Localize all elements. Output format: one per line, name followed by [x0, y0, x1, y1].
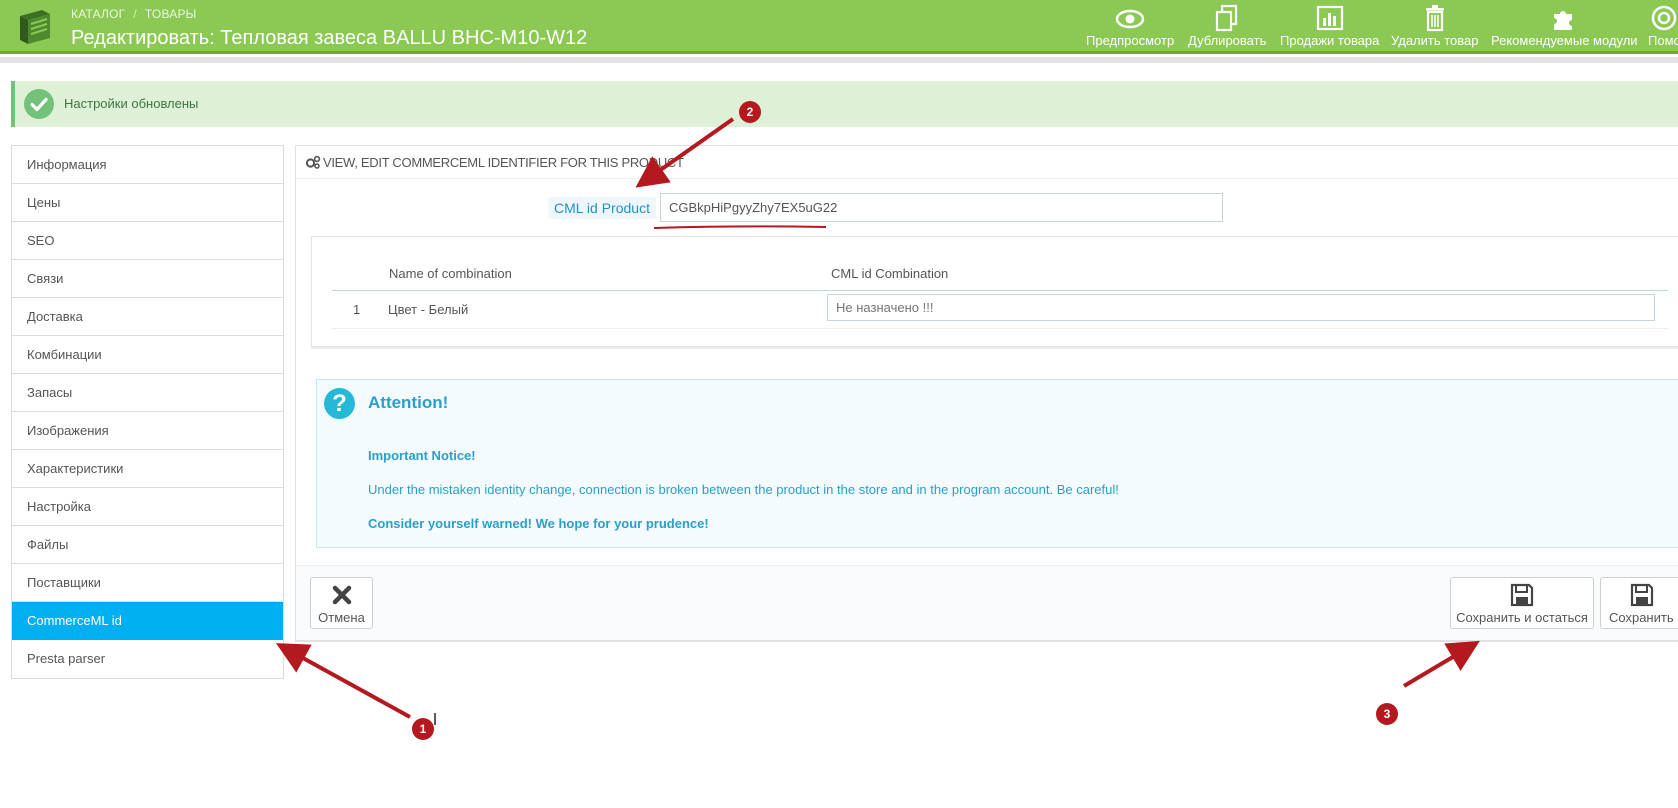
- alert-message: Настройки обновлены: [64, 96, 199, 111]
- help-icon: [1652, 5, 1677, 31]
- help-label: Помо: [1648, 33, 1678, 48]
- cogs-icon: [305, 155, 321, 169]
- annotation-badge-3-label: 3: [1384, 707, 1391, 721]
- trash-icon: [1425, 5, 1444, 32]
- column-header-combination-name: Name of combination: [389, 266, 512, 281]
- sidebar-item-customization[interactable]: Настройка: [12, 488, 283, 526]
- eye-icon: [1115, 9, 1145, 29]
- cml-product-label: CML id Product: [548, 197, 656, 219]
- breadcrumb-separator: /: [133, 7, 137, 21]
- table-row-index: 1: [353, 302, 361, 317]
- bar-chart-icon: [1316, 5, 1343, 31]
- breadcrumb-catalog[interactable]: КАТАЛОГ: [71, 7, 125, 21]
- preview-button[interactable]: Предпросмотр: [1086, 4, 1174, 50]
- sidebar-item-commerceml-id[interactable]: CommerceML id: [12, 602, 283, 640]
- check-icon: [24, 89, 54, 119]
- sidebar-item-prices[interactable]: Цены: [12, 184, 283, 222]
- notice-title: Attention!: [368, 393, 449, 412]
- product-sales-label: Продажи товара: [1280, 33, 1380, 48]
- notice-body: Under the mistaken identity change, conn…: [368, 482, 1119, 497]
- annotation-arrow-3: [1402, 640, 1480, 688]
- duplicate-button[interactable]: Дублировать: [1188, 4, 1266, 50]
- table-row-divider: [332, 328, 1668, 329]
- duplicate-label: Дублировать: [1188, 33, 1267, 48]
- sidebar-item-associations[interactable]: Связи: [12, 260, 283, 298]
- sidebar-item-attachments[interactable]: Файлы: [12, 526, 283, 564]
- save-button[interactable]: Сохранить: [1600, 577, 1678, 629]
- notice-important: Important Notice!: [368, 448, 476, 463]
- attention-notice: ? Attention! Important Notice! Under the…: [316, 379, 1678, 548]
- success-alert: Настройки обновлены: [11, 81, 1678, 127]
- breadcrumb-products[interactable]: ТОВАРЫ: [145, 7, 197, 21]
- floppy-disk-icon: [1510, 583, 1534, 607]
- help-button[interactable]: Помо: [1648, 4, 1678, 50]
- table-row-combination-name: Цвет - Белый: [388, 302, 469, 317]
- recommended-modules-label: Рекомендуемые модули: [1491, 33, 1638, 48]
- prestashop-logo: [20, 10, 50, 44]
- sidebar-item-presta-parser[interactable]: Presta parser: [12, 640, 283, 678]
- panel-heading: VIEW, EDIT COMMERCEML IDENTIFIER FOR THI…: [296, 146, 1678, 179]
- cancel-label: Отмена: [318, 610, 365, 625]
- cml-combination-id-input[interactable]: [827, 294, 1655, 321]
- column-header-cml-combination: CML id Combination: [831, 266, 949, 281]
- breadcrumb: КАТАЛОГ / ТОВАРЫ: [71, 7, 196, 21]
- page: КАТАЛОГ / ТОВАРЫ Редактировать: Тепловая з…: [0, 0, 1678, 808]
- product-sales-button[interactable]: Продажи товара: [1280, 4, 1379, 50]
- sidebar-item-shipping[interactable]: Доставка: [12, 298, 283, 336]
- cancel-button[interactable]: Отмена: [310, 577, 373, 629]
- puzzle-icon: [1554, 11, 1573, 30]
- delete-product-label: Удалить товар: [1391, 33, 1479, 48]
- delete-product-button[interactable]: Удалить товар: [1391, 4, 1479, 50]
- annotation-badge-1-label: 1: [420, 722, 427, 736]
- panel-footer: Отмена Сохранить и остаться Сохранить: [296, 565, 1678, 641]
- cml-product-id-input[interactable]: [660, 193, 1223, 222]
- sidebar-item-suppliers[interactable]: Поставщики: [12, 564, 283, 602]
- sidebar-item-information[interactable]: Информация: [12, 146, 283, 184]
- sidebar-item-combinations[interactable]: Комбинации: [12, 336, 283, 374]
- preview-label: Предпросмотр: [1086, 33, 1175, 48]
- save-and-stay-button[interactable]: Сохранить и остаться: [1450, 577, 1594, 629]
- save-label: Сохранить: [1609, 610, 1674, 625]
- duplicate-icon: [1216, 4, 1238, 32]
- product-tabs-sidebar: Информация Цены SEO Связи Доставка Комби…: [11, 145, 284, 679]
- combinations-table: Name of combination CML id Combination 1…: [311, 236, 1678, 347]
- panel-bottom-divider: [295, 640, 1678, 642]
- page-title: Редактировать: Тепловая завеса BALLU BHC…: [71, 27, 588, 49]
- table-header-divider: [332, 290, 1668, 291]
- sidebar-item-seo[interactable]: SEO: [12, 222, 283, 260]
- page-header: КАТАЛОГ / ТОВАРЫ Редактировать: Тепловая з…: [0, 0, 1678, 54]
- commerceml-panel: VIEW, EDIT COMMERCEML IDENTIFIER FOR THI…: [295, 145, 1678, 641]
- sidebar-item-quantities[interactable]: Запасы: [12, 374, 283, 412]
- sidebar-item-features[interactable]: Характеристики: [12, 450, 283, 488]
- sidebar-item-images[interactable]: Изображения: [12, 412, 283, 450]
- annotation-badge-1: [412, 718, 434, 740]
- annotation-badge-3: [1376, 703, 1398, 725]
- panel-title: VIEW, EDIT COMMERCEML IDENTIFIER FOR THI…: [323, 155, 684, 170]
- save-and-stay-label: Сохранить и остаться: [1456, 610, 1588, 625]
- close-icon: [332, 585, 351, 605]
- notice-warning: Consider yourself warned! We hope for yo…: [368, 516, 709, 531]
- floppy-disk-icon: [1630, 583, 1654, 607]
- recommended-modules-button[interactable]: Рекомендуемые модули: [1491, 4, 1638, 50]
- question-icon: ?: [324, 388, 355, 419]
- header-divider: [0, 57, 1678, 63]
- annotation-arrow-1: [275, 643, 411, 719]
